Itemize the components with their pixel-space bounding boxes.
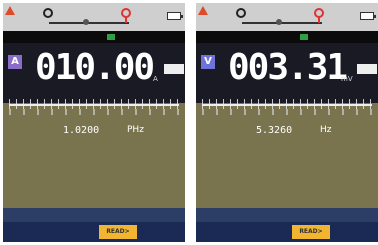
softkey-1[interactable] [198, 225, 238, 239]
warning-icon [5, 6, 15, 15]
bargraph-labels [202, 109, 372, 115]
analog-bargraph [9, 99, 179, 115]
probe-wiring-diagram [43, 8, 143, 28]
analog-bargraph [202, 99, 372, 115]
mode-status-row [196, 31, 378, 43]
mode-badge: V [201, 55, 215, 69]
secondary-value: 1.0200 [63, 125, 100, 136]
probe-icon [83, 19, 89, 25]
status-message [196, 208, 378, 222]
mode-badge: A [8, 55, 22, 69]
status-indicator [107, 34, 115, 40]
softkey-4[interactable] [145, 225, 181, 239]
hold-icon[interactable] [164, 64, 184, 74]
multimeter-screen-left: A 010.00 A 1.0200 PHz READ> [3, 3, 185, 242]
status-message [3, 208, 185, 222]
top-status-bar [196, 3, 378, 31]
softkey-bar: READ> [3, 222, 185, 242]
probe-wiring-diagram [236, 8, 336, 28]
reading-unit: A [153, 75, 158, 83]
com-port [236, 8, 246, 18]
battery-icon [167, 12, 183, 20]
bargraph-labels [9, 109, 179, 115]
softkey-bar: READ> [196, 222, 378, 242]
secondary-value: 5.3260 [256, 125, 293, 136]
probe-wire [242, 22, 322, 24]
highlight-band [196, 103, 378, 208]
main-reading: 003.31 [228, 47, 348, 88]
read-softkey[interactable]: READ> [292, 225, 330, 239]
com-port [43, 8, 53, 18]
softkey-2[interactable] [246, 225, 282, 239]
probe-icon [276, 19, 282, 25]
mode-status-row [3, 31, 185, 43]
warning-alert [5, 6, 39, 28]
read-softkey[interactable]: READ> [99, 225, 137, 239]
probe-wire [49, 22, 129, 24]
input-port [314, 8, 324, 18]
warning-icon [198, 6, 208, 15]
hold-icon[interactable] [357, 64, 377, 74]
bargraph-line [202, 104, 372, 106]
status-indicator [300, 34, 308, 40]
input-port [121, 8, 131, 18]
softkey-2[interactable] [53, 225, 89, 239]
multimeter-screen-right: V 003.31 mV 5.3260 Hz READ> [196, 3, 378, 242]
highlight-band [3, 103, 185, 208]
secondary-unit: Hz [320, 125, 332, 135]
softkey-1[interactable] [5, 225, 45, 239]
warning-alert [198, 6, 232, 28]
battery-icon [360, 12, 376, 20]
main-reading: 010.00 [35, 47, 155, 88]
reading-unit: mV [341, 75, 353, 83]
top-status-bar [3, 3, 185, 31]
secondary-unit: PHz [127, 125, 144, 135]
softkey-4[interactable] [338, 225, 374, 239]
bargraph-line [9, 104, 179, 106]
